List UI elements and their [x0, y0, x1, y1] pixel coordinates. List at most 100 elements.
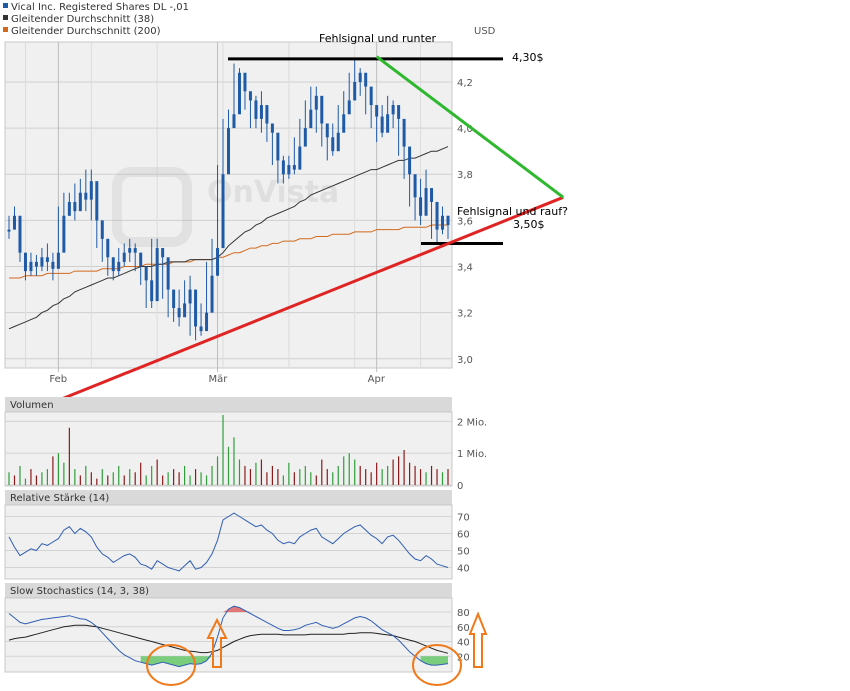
- candle-body: [254, 100, 258, 119]
- rsi-y-tick-label: 70: [457, 513, 470, 524]
- price-y-axis: 3,03,23,43,63,84,04,2: [457, 78, 473, 366]
- candle-body: [78, 192, 82, 212]
- candle-body: [347, 100, 351, 115]
- candle-body: [34, 261, 38, 267]
- rsi-title: Relative Stärke (14): [10, 493, 109, 504]
- candle-body: [199, 326, 203, 332]
- candle-body: [435, 201, 439, 230]
- volume-y-tick-label: 2 Mio.: [457, 417, 487, 428]
- candle-body: [155, 248, 159, 302]
- resistance-annotation: 4,30$: [512, 51, 544, 64]
- candle-body: [161, 248, 165, 258]
- candle-body: [397, 105, 401, 119]
- candle-body: [117, 261, 121, 272]
- candle-body: [221, 174, 225, 249]
- candle-body: [441, 215, 445, 230]
- price-y-tick-label: 4,2: [457, 78, 473, 89]
- legend-swatch-ma200: [3, 27, 8, 32]
- watermark-text: OnVista: [207, 175, 339, 210]
- legend-label-ma200: Gleitender Durchschnitt (200): [11, 26, 161, 37]
- candle-body: [84, 192, 88, 200]
- legend-label-ma38: Gleitender Durchschnitt (38): [11, 14, 154, 25]
- candle-body: [259, 105, 263, 119]
- rsi-y-tick-label: 50: [457, 547, 470, 558]
- candle-body: [353, 81, 357, 101]
- legend-label-price: Vical Inc. Registered Shares DL -,01: [11, 2, 189, 13]
- candle-body: [320, 95, 324, 124]
- candle-body: [243, 72, 247, 92]
- volume-title: Volumen: [10, 400, 54, 411]
- candle-body: [67, 201, 71, 216]
- candle-body: [89, 181, 93, 200]
- candle-body: [419, 197, 423, 216]
- price-y-tick-label: 3,4: [457, 263, 473, 274]
- candle-body: [309, 109, 313, 129]
- candle-body: [51, 261, 55, 269]
- candle-body: [303, 128, 307, 147]
- candle-body: [216, 248, 220, 276]
- candle-body: [314, 95, 318, 110]
- stock-chart: Vical Inc. Registered Shares DL -,01 Gle…: [3, 2, 568, 686]
- volume-y-axis: 0 1 Mio. 2 Mio.: [457, 417, 487, 492]
- candle-body: [391, 105, 395, 115]
- candle-body: [12, 215, 16, 230]
- price-x-tick-label: Feb: [49, 374, 67, 385]
- price-y-tick-label: 3,6: [457, 216, 473, 227]
- candle-body: [375, 105, 379, 117]
- candle-body: [139, 252, 143, 267]
- rsi-y-tick-label: 60: [457, 530, 470, 541]
- candle-body: [210, 275, 214, 313]
- candle-body: [402, 118, 406, 147]
- candle-body: [287, 165, 291, 175]
- candle-body: [276, 132, 280, 161]
- candle-body: [45, 257, 49, 262]
- candle-body: [446, 215, 450, 225]
- candle-body: [298, 146, 302, 170]
- legend-swatch-ma38: [3, 15, 8, 20]
- candle-body: [29, 261, 33, 272]
- candle-body: [342, 114, 346, 133]
- candle-body: [128, 248, 132, 253]
- candle-body: [177, 308, 181, 318]
- stoch-y-tick-label: 80: [457, 608, 470, 619]
- volume-y-tick-label: 1 Mio.: [457, 449, 487, 460]
- candle-body: [281, 160, 285, 175]
- candle-body: [430, 188, 434, 202]
- stoch-y-tick-label: 40: [457, 638, 470, 649]
- price-x-tick-label: Mär: [209, 374, 229, 385]
- candle-body: [166, 257, 170, 290]
- support-annotation: 3,50$: [513, 218, 545, 231]
- up-arrow-right: [468, 611, 488, 668]
- candle-body: [150, 280, 154, 302]
- rsi-y-tick-label: 40: [457, 564, 470, 575]
- price-y-tick-label: 3,2: [457, 309, 473, 320]
- candle-body: [369, 86, 373, 106]
- candle-body: [106, 238, 110, 258]
- candle-body: [144, 266, 148, 281]
- candle-body: [364, 72, 368, 87]
- candle-body: [325, 123, 329, 138]
- candle-body: [62, 215, 66, 253]
- candle-body: [386, 114, 390, 133]
- candle-body: [40, 257, 44, 267]
- candle-body: [336, 132, 340, 152]
- candle-body: [380, 116, 384, 133]
- candle-body: [237, 72, 241, 115]
- stoch-title: Slow Stochastics (14, 3, 38): [10, 586, 149, 597]
- price-y-tick-label: 3,8: [457, 170, 473, 181]
- candle-body: [56, 252, 60, 269]
- candle-body: [331, 137, 335, 152]
- candle-body: [205, 312, 209, 332]
- top-annotation: Fehlsignal und runter: [319, 32, 437, 45]
- candle-body: [95, 181, 99, 221]
- legend: Vical Inc. Registered Shares DL -,01 Gle…: [3, 2, 189, 37]
- volume-header: [5, 397, 452, 412]
- candle-body: [188, 289, 192, 304]
- rsi-y-axis: 40 50 60 70: [457, 513, 470, 575]
- candle-body: [194, 289, 198, 327]
- stoch-y-tick-label: 60: [457, 623, 470, 634]
- candle-body: [122, 252, 126, 262]
- candle-body: [232, 114, 236, 129]
- candle-body: [413, 174, 417, 198]
- candle-body: [265, 105, 269, 124]
